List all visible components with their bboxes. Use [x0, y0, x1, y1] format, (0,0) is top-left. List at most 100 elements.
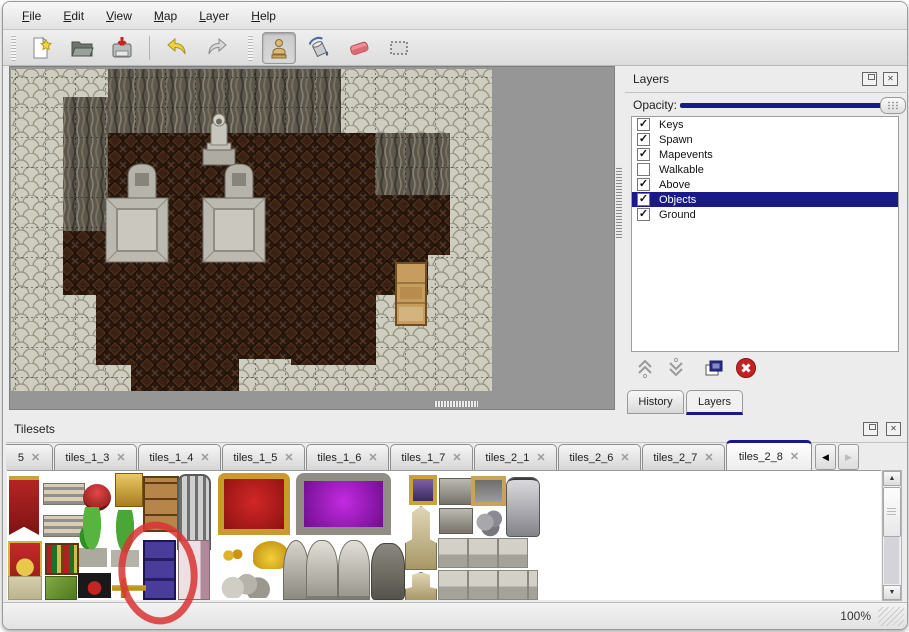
- layer-checkbox[interactable]: [637, 163, 650, 176]
- tileset-tab-6[interactable]: tiles_2_1✕: [474, 444, 557, 470]
- layer-checkbox[interactable]: ✓: [637, 178, 650, 191]
- toolbar-drag-handle[interactable]: [11, 35, 16, 61]
- tile-potted-plant[interactable]: [111, 510, 139, 567]
- layer-row-mapevents[interactable]: ✓Mapevents: [632, 147, 898, 162]
- menu-help[interactable]: Help: [240, 6, 287, 26]
- stamp-tool-button[interactable]: [262, 32, 296, 64]
- tab-scroll-left-button[interactable]: ◀: [815, 444, 836, 470]
- tile-gold-lizard[interactable]: [218, 543, 248, 568]
- tile-loom[interactable]: [43, 483, 85, 505]
- tileset-tab-0[interactable]: 5✕: [6, 444, 53, 470]
- tileset-vscrollbar[interactable]: ▲ ▼: [882, 470, 902, 601]
- tab-close-icon[interactable]: ✕: [116, 451, 125, 464]
- layer-checkbox[interactable]: ✓: [637, 133, 650, 146]
- opacity-slider-handle[interactable]: [880, 97, 906, 114]
- tileset-tab-3[interactable]: tiles_1_5✕: [222, 444, 305, 470]
- eraser-tool-button[interactable]: [342, 32, 376, 64]
- tileset-canvas[interactable]: [7, 470, 881, 600]
- tileset-tab-2[interactable]: tiles_1_4✕: [138, 444, 221, 470]
- menu-map[interactable]: Map: [143, 6, 188, 26]
- tile-bed[interactable]: [178, 540, 210, 600]
- lower-layer-button[interactable]: [662, 354, 689, 381]
- tab-close-icon[interactable]: ✕: [284, 451, 293, 464]
- fill-tool-button[interactable]: [302, 32, 336, 64]
- tileset-tab-7[interactable]: tiles_2_6✕: [558, 444, 641, 470]
- tab-close-icon[interactable]: ✕: [368, 451, 377, 464]
- tab-close-icon[interactable]: ✕: [704, 451, 713, 464]
- tile-obelisk[interactable]: [405, 506, 437, 570]
- layer-row-keys[interactable]: ✓Keys: [632, 117, 898, 132]
- map-hscroll-handle[interactable]: [434, 401, 478, 407]
- scroll-down-button[interactable]: ▼: [883, 585, 901, 600]
- tileset-tab-9[interactable]: tiles_2_8✕: [726, 440, 812, 470]
- close-panel-icon[interactable]: ✕: [883, 72, 898, 86]
- menu-layer[interactable]: Layer: [188, 6, 240, 26]
- tileset-tab-5[interactable]: tiles_1_7✕: [390, 444, 473, 470]
- tile-bookshelf[interactable]: [45, 543, 79, 575]
- tile-wooden-sign[interactable]: [471, 476, 506, 506]
- layer-checkbox[interactable]: ✓: [637, 208, 650, 221]
- tab-layers[interactable]: Layers: [686, 390, 743, 415]
- layer-row-spawn[interactable]: ✓Spawn: [632, 132, 898, 147]
- tab-scroll-right-button[interactable]: ▶: [838, 444, 859, 470]
- scroll-thumb[interactable]: [883, 487, 901, 537]
- tile-junk-pile[interactable]: [471, 504, 506, 537]
- tab-close-icon[interactable]: ✕: [620, 451, 629, 464]
- tile-angel-statue-2[interactable]: [338, 540, 370, 600]
- tile-obelisk-small[interactable]: [405, 572, 437, 600]
- open-button[interactable]: [65, 32, 99, 64]
- tab-close-icon[interactable]: ✕: [200, 451, 209, 464]
- raise-layer-button[interactable]: [631, 354, 658, 381]
- menu-view[interactable]: View: [95, 6, 143, 26]
- tile-gargoyle[interactable]: [371, 543, 405, 600]
- tileset-tab-1[interactable]: tiles_1_3✕: [54, 444, 137, 470]
- menu-file[interactable]: File: [11, 6, 52, 26]
- float-panel-icon[interactable]: [863, 422, 878, 436]
- undo-button[interactable]: [160, 32, 194, 64]
- tileset-tab-4[interactable]: tiles_1_6✕: [306, 444, 389, 470]
- tile-purple-door[interactable]: [143, 540, 176, 600]
- save-button[interactable]: [105, 32, 139, 64]
- toolbar-drag-handle-2[interactable]: [248, 35, 253, 61]
- layer-row-walkable[interactable]: Walkable: [632, 162, 898, 177]
- tile-stone-blocks[interactable]: [438, 538, 528, 568]
- tile-tan-tile[interactable]: [8, 576, 42, 600]
- layer-row-ground[interactable]: ✓Ground: [632, 207, 898, 222]
- tileset-tab-8[interactable]: tiles_2_7✕: [642, 444, 725, 470]
- new-file-button[interactable]: [25, 32, 59, 64]
- tile-green-flag[interactable]: [45, 576, 77, 600]
- layer-checkbox[interactable]: ✓: [637, 118, 650, 131]
- tile-purple-throne[interactable]: [296, 473, 391, 535]
- tile-gold-shrine[interactable]: [115, 473, 143, 507]
- layer-checkbox[interactable]: ✓: [637, 193, 650, 206]
- scroll-up-button[interactable]: ▲: [883, 471, 901, 486]
- opacity-slider-track[interactable]: [680, 103, 884, 108]
- tile-stone-pillar-blocks[interactable]: [438, 570, 538, 600]
- tab-history[interactable]: History: [627, 390, 684, 414]
- tab-close-icon[interactable]: ✕: [31, 451, 40, 464]
- tile-palm-plant[interactable]: [77, 507, 107, 567]
- close-panel-icon[interactable]: ✕: [886, 422, 901, 436]
- tile-angel-statue[interactable]: [306, 540, 338, 600]
- tile-black-shelf[interactable]: [78, 573, 111, 598]
- layer-row-above[interactable]: ✓Above: [632, 177, 898, 192]
- tile-gold-cross[interactable]: [112, 578, 146, 598]
- resize-grip[interactable]: [878, 607, 904, 626]
- tab-close-icon[interactable]: ✕: [790, 450, 799, 463]
- tile-red-banner[interactable]: [9, 476, 39, 535]
- tile-stone-ledge[interactable]: [439, 478, 473, 505]
- tab-close-icon[interactable]: ✕: [452, 451, 461, 464]
- tile-rock-pile[interactable]: [216, 573, 272, 598]
- rect-select-tool-button[interactable]: [382, 32, 416, 64]
- tile-iron-gate[interactable]: [177, 474, 211, 550]
- map-canvas[interactable]: [11, 69, 492, 391]
- menu-edit[interactable]: Edit: [52, 6, 95, 26]
- tile-stone-slab[interactable]: [439, 508, 473, 534]
- tile-knight-armor[interactable]: [506, 477, 540, 537]
- redo-button[interactable]: [200, 32, 234, 64]
- layer-checkbox[interactable]: ✓: [637, 148, 650, 161]
- tab-close-icon[interactable]: ✕: [536, 451, 545, 464]
- tile-framed-portrait[interactable]: [409, 475, 437, 505]
- tile-wooden-door[interactable]: [143, 476, 179, 532]
- delete-layer-button[interactable]: [732, 354, 759, 381]
